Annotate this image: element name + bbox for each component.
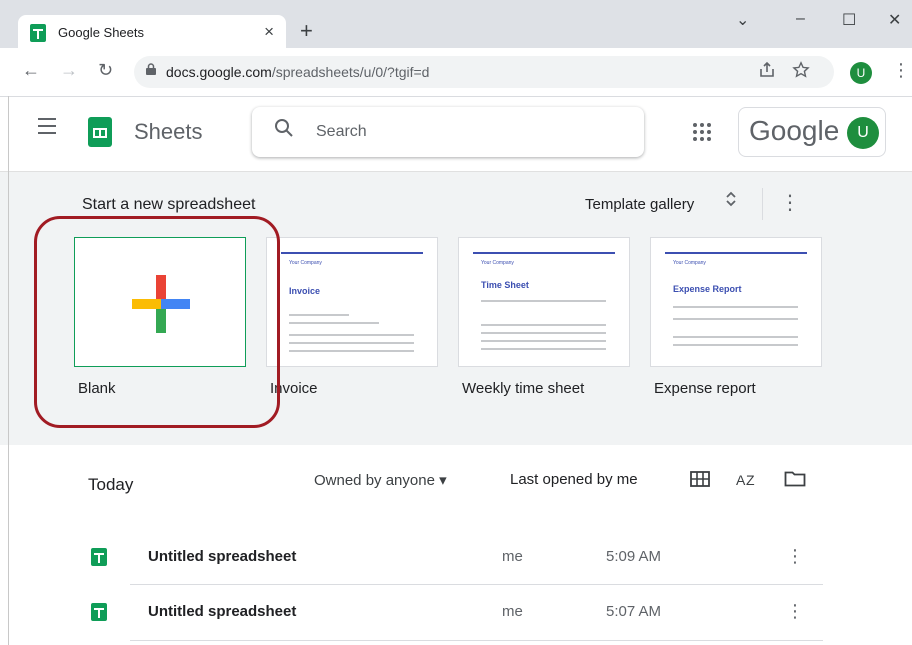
main-menu-icon[interactable] [38,118,56,139]
invoice-preview-title: Invoice [289,286,321,296]
google-account-button[interactable]: Google U [738,107,886,157]
template-heading: Start a new spreadsheet [82,196,256,213]
file-time: 5:07 AM [606,603,662,620]
search-icon[interactable] [274,118,294,138]
spreadsheet-file-icon [91,548,107,566]
svg-text:A: A [736,472,746,488]
plus-icon [132,275,190,333]
reload-button[interactable]: ↻ [98,60,113,81]
template-label-blank[interactable]: Blank [78,380,116,397]
template-more-icon[interactable]: ⋮ [780,190,800,215]
expense-preview: Your Company Expense Report [665,238,807,366]
template-invoice-card[interactable]: Your Company Invoice [266,237,438,367]
file-owner: me [502,603,523,620]
browser-profile-avatar[interactable]: U [850,62,872,84]
timesheet-preview-title: Time Sheet [481,280,529,290]
search-input[interactable]: Search [252,107,644,157]
browser-tab[interactable]: Google Sheets × [18,15,286,51]
tab-close-icon[interactable]: × [264,22,274,42]
expense-preview-company: Your Company [673,260,706,266]
invoice-preview-company: Your Company [289,260,322,266]
new-tab-button[interactable]: + [300,20,313,42]
grid-view-icon[interactable] [690,470,710,493]
browser-titlebar: Google Sheets × + ⌄ – ☐ ✕ [0,0,912,51]
file-time: 5:09 AM [606,548,662,565]
url-domain: docs.google.com [166,64,272,80]
sheets-header: Sheets Search Google U [0,97,912,172]
spreadsheet-file-icon [91,603,107,621]
minimize-button[interactable]: – [796,10,805,28]
sheets-favicon-icon [30,24,46,42]
window-border [8,96,9,645]
google-wordmark: Google [749,115,840,146]
file-owner: me [502,548,523,565]
tab-search-chevron-icon[interactable]: ⌄ [736,10,749,30]
file-name[interactable]: Untitled spreadsheet [148,548,296,565]
tab-title: Google Sheets [58,25,145,40]
file-name[interactable]: Untitled spreadsheet [148,603,296,620]
folder-icon[interactable] [784,470,806,493]
invoice-preview: Your Company Invoice [281,238,423,366]
row-divider [130,640,823,641]
apps-grid-icon[interactable] [693,123,711,141]
sort-dropdown[interactable]: Last opened by me [510,471,638,488]
template-gallery-button[interactable]: Template gallery [585,196,694,213]
expense-preview-title: Expense Report [673,284,742,294]
timesheet-preview-company: Your Company [481,260,514,266]
template-timesheet-card[interactable]: Your Company Time Sheet [458,237,630,367]
template-label-invoice[interactable]: Invoice [270,380,318,397]
search-placeholder: Search [316,123,367,140]
lock-icon[interactable] [146,63,156,78]
close-window-button[interactable]: ✕ [888,10,901,30]
browser-menu-icon[interactable]: ⋮ [892,60,910,81]
svg-text:Z: Z [746,472,755,488]
url-path: /spreadsheets/u/0/?tgif=d [271,64,430,80]
star-icon[interactable] [792,61,810,84]
address-bar-row: ← → ↻ docs.google.com/spreadsheets/u/0/?… [0,48,912,97]
url-text: docs.google.com/spreadsheets/u/0/?tgif=d [166,64,429,80]
divider [762,188,763,220]
unfold-icon[interactable] [725,190,737,208]
app-name[interactable]: Sheets [134,119,203,145]
maximize-button[interactable]: ☐ [842,10,856,30]
template-expense-card[interactable]: Your Company Expense Report [650,237,822,367]
template-label-expense[interactable]: Expense report [654,380,756,397]
section-heading-today: Today [88,475,134,494]
row-divider [130,584,823,585]
template-section: Start a new spreadsheet Template gallery… [0,172,912,445]
owner-filter-dropdown[interactable]: Owned by anyone ▾ [314,471,447,489]
more-vert-icon[interactable]: ⋮ [786,601,804,622]
timesheet-preview: Your Company Time Sheet [473,238,615,366]
more-vert-icon[interactable]: ⋮ [786,546,804,567]
avatar: U [847,117,879,149]
url-field[interactable]: docs.google.com/spreadsheets/u/0/?tgif=d [134,56,834,88]
forward-button[interactable]: → [60,60,78,81]
sort-az-icon[interactable]: AZ [736,470,758,495]
share-icon[interactable] [758,61,776,84]
template-label-timesheet[interactable]: Weekly time sheet [462,380,584,397]
template-blank-card[interactable] [74,237,246,367]
back-button[interactable]: ← [22,60,40,81]
sheets-logo-icon[interactable] [88,117,112,147]
